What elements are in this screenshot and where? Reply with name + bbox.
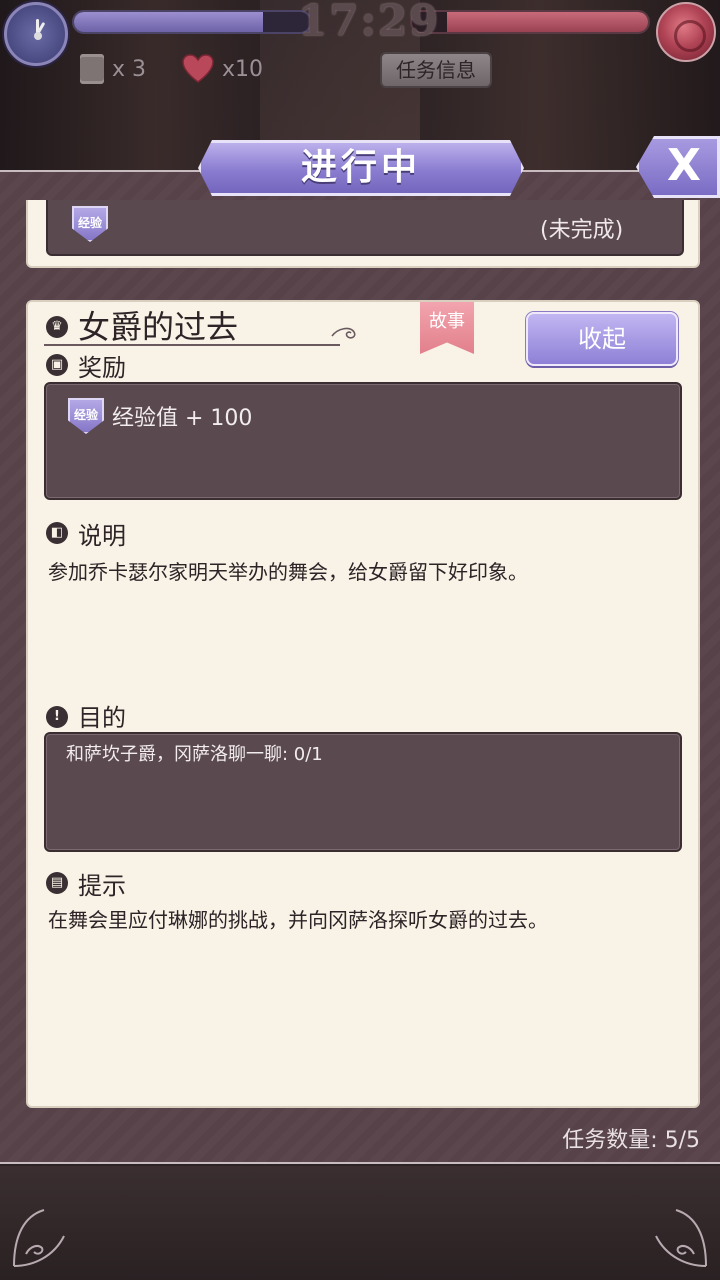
heart-count: x10 xyxy=(222,56,264,82)
clock-icon xyxy=(4,2,68,66)
scroll-count: x 3 xyxy=(112,56,147,82)
title-underline xyxy=(44,344,340,346)
flourish-icon xyxy=(331,327,356,339)
goal-label: 目的 xyxy=(78,704,126,732)
reward-text: 经验值 + 100 xyxy=(112,406,253,431)
book-icon: ◧ xyxy=(46,522,68,544)
hint-icon: ▤ xyxy=(46,872,68,894)
left-progress-bar xyxy=(72,10,312,34)
time-display: 17:29 xyxy=(298,0,441,45)
reward-icon: ▣ xyxy=(46,354,68,376)
description-text: 参加乔卡瑟尔家明天举办的舞会，给女爵留下好印象。 xyxy=(48,560,528,584)
right-progress-bar xyxy=(410,10,650,34)
collapse-button[interactable]: 收起 xyxy=(526,312,678,366)
hint-label: 提示 xyxy=(78,872,126,900)
task-count: 任务数量: 5/5 xyxy=(562,1128,700,1153)
task-info-button[interactable]: 任务信息 xyxy=(380,52,492,88)
ornament-right-icon xyxy=(655,1209,707,1267)
description-label: 说明 xyxy=(78,522,126,550)
heart-icon xyxy=(182,54,214,84)
rose-icon xyxy=(656,2,716,62)
left-progress-fill xyxy=(74,12,263,32)
goal-text: 和萨坎子爵，冈萨洛聊一聊: 0/1 xyxy=(66,744,323,765)
panel-title: 进行中 xyxy=(300,147,421,188)
ornament-left-icon xyxy=(13,1209,65,1267)
previous-task-status: (未完成) xyxy=(540,218,624,243)
heart-counter: x10 xyxy=(182,52,263,86)
scroll-counter: x 3 xyxy=(80,52,146,86)
quest-title: 女爵的过去 xyxy=(78,308,239,346)
scroll-icon xyxy=(80,54,104,84)
bottom-area xyxy=(0,1166,720,1280)
right-progress-fill xyxy=(447,12,648,32)
top-hud: 17:29 x 3 x10 任务信息 xyxy=(0,0,720,100)
reward-label: 奖励 xyxy=(78,354,126,382)
hint-text: 在舞会里应付琳娜的挑战，并向冈萨洛探听女爵的过去。 xyxy=(48,908,548,932)
crown-icon: ♛ xyxy=(46,316,68,338)
exclamation-icon: ! xyxy=(46,706,68,728)
